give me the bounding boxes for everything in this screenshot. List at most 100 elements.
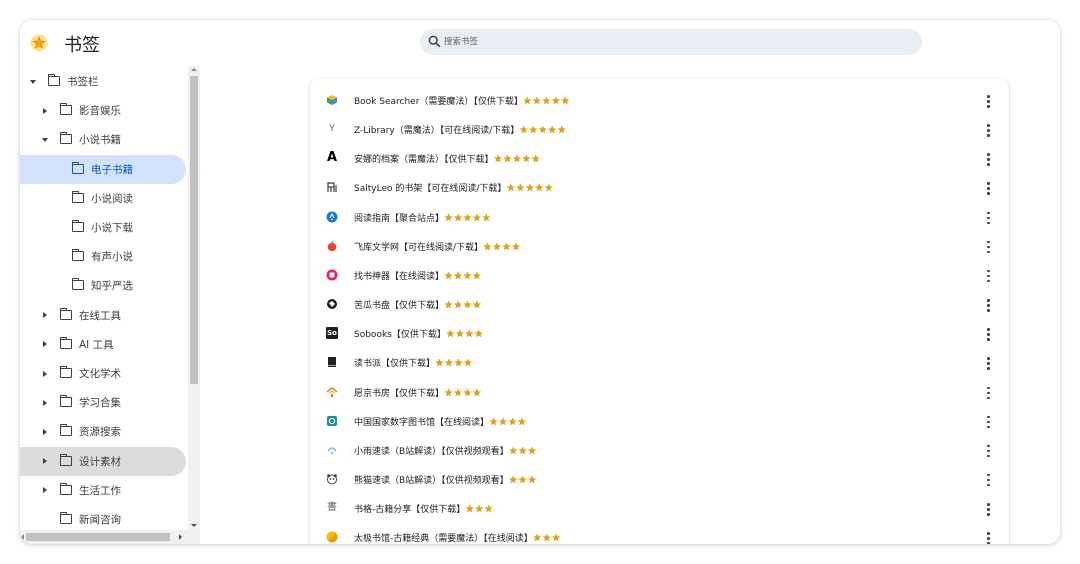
bookmark-row[interactable]: 阅读指南【聚合站点】★★★★★ xyxy=(310,203,1009,232)
more-actions-icon[interactable] xyxy=(981,385,995,401)
bookmark-title[interactable]: Sobooks【仅供下载】★★★★ xyxy=(354,327,484,340)
rating-stars: ★★★★ xyxy=(483,241,521,253)
rating-stars: ★★★ xyxy=(532,533,562,544)
bookmark-title-text: 中国国家数字图书馆【在线阅读】 xyxy=(354,417,490,428)
chevron-right-icon[interactable] xyxy=(43,487,47,494)
more-actions-icon[interactable] xyxy=(981,93,995,109)
bookmark-row[interactable]: 太极书馆-古籍经典（需要魔法）【在线阅读】★★★ xyxy=(310,523,1009,544)
dot xyxy=(987,105,990,108)
bookmark-title[interactable]: 读书派【仅供下载】★★★★ xyxy=(354,356,473,369)
sidebar-folder-item[interactable]: 影音娱乐 xyxy=(20,96,186,125)
sobooks-icon: So xyxy=(326,327,338,340)
scroll-right-arrow-icon[interactable] xyxy=(179,534,182,540)
bookmark-row[interactable]: Book Searcher（需要魔法）【仅供下载】★★★★★ xyxy=(310,86,1009,115)
scroll-left-arrow-icon[interactable] xyxy=(21,534,24,540)
dot xyxy=(987,211,990,215)
chevron-down-icon[interactable] xyxy=(42,138,48,143)
bookmark-title[interactable]: 阅读指南【聚合站点】★★★★★ xyxy=(354,211,491,224)
bookmark-title[interactable]: 熊猫速读（B站解读）【仅供视频观看】★★★ xyxy=(354,473,537,486)
sidebar-horizontal-scrollbar[interactable] xyxy=(20,530,188,544)
dot xyxy=(987,240,990,244)
bookmark-title[interactable]: 中国国家数字图书馆【在线阅读】★★★★ xyxy=(354,415,527,428)
sidebar-folder-item[interactable]: 设计素材 xyxy=(20,446,186,476)
more-actions-icon[interactable] xyxy=(981,414,995,430)
scroll-down-arrow-icon[interactable] xyxy=(191,524,197,527)
scrollbar-thumb[interactable] xyxy=(190,76,198,384)
sidebar-folder-item[interactable]: 在线工具 xyxy=(20,301,186,330)
bookmark-row[interactable]: 書 书格-古籍分享【仅供下载】★★★ xyxy=(310,494,1009,523)
sidebar-folder-item[interactable]: 生活工作 xyxy=(20,476,186,505)
bookmark-title[interactable]: 太极书馆-古籍经典（需要魔法）【在线阅读】★★★ xyxy=(354,531,561,544)
bookmark-title[interactable]: 苦瓜书盘【仅供下载】★★★★ xyxy=(354,298,482,311)
sidebar-folder-item[interactable]: 书签栏 xyxy=(20,67,186,96)
scroll-up-arrow-icon[interactable] xyxy=(191,68,197,71)
bookmark-row[interactable]: Y Z-Library（需魔法）【可在线阅读/下载】★★★★★ xyxy=(310,115,1009,144)
sidebar-folder-item[interactable]: 学习合集 xyxy=(20,388,186,417)
bookmark-row[interactable]: 找书神器【在线阅读】★★★★ xyxy=(310,261,1009,290)
folder-icon xyxy=(59,453,72,466)
sidebar-folder-label: AI 工具 xyxy=(79,338,114,351)
bookmark-title[interactable]: SaltyLeo 的书架【可在线阅读/下载】★★★★★ xyxy=(354,181,554,194)
more-actions-icon[interactable] xyxy=(981,326,995,342)
bookmark-title-text: 苦瓜书盘【仅供下载】 xyxy=(354,301,445,312)
chevron-right-icon[interactable] xyxy=(43,370,47,377)
more-actions-icon[interactable] xyxy=(981,355,995,371)
sidebar-vertical-scrollbar[interactable] xyxy=(188,66,200,544)
bookmark-title[interactable]: 安娜的档案（需魔法）【仅供下载】★★★★★ xyxy=(354,152,541,165)
sidebar-folder-item[interactable]: 小说书籍 xyxy=(20,125,186,154)
bookmark-row[interactable]: So Sobooks【仅供下载】★★★★ xyxy=(310,319,1009,348)
bookmark-row[interactable]: 飞库文学网【可在线阅读/下载】★★★★ xyxy=(310,232,1009,261)
more-actions-icon[interactable] xyxy=(981,239,995,255)
chevron-right-icon[interactable] xyxy=(43,458,47,465)
bookmark-row[interactable]: 熊猫速读（B站解读）【仅供视频观看】★★★ xyxy=(310,465,1009,494)
more-actions-icon[interactable] xyxy=(981,501,995,517)
header: 书签 xyxy=(20,20,1060,66)
bookmark-row[interactable]: 中国国家数字图书馆【在线阅读】★★★★ xyxy=(310,407,1009,436)
bookmark-title[interactable]: Book Searcher（需要魔法）【仅供下载】★★★★★ xyxy=(354,94,570,107)
search-box[interactable] xyxy=(420,29,922,55)
bookmark-title[interactable]: 小雨速读（B站解读）【仅供视频观看】★★★ xyxy=(354,444,537,457)
sidebar-folder-item[interactable]: 资源搜索 xyxy=(20,417,186,446)
more-actions-icon[interactable] xyxy=(981,151,995,167)
chevron-right-icon[interactable] xyxy=(43,341,47,348)
more-actions-icon[interactable] xyxy=(981,268,995,284)
bookmark-title[interactable]: 书格-古籍分享【仅供下载】★★★ xyxy=(354,502,494,515)
bookmark-row[interactable]: 小雨速读（B站解读）【仅供视频观看】★★★ xyxy=(310,436,1009,465)
more-actions-icon[interactable] xyxy=(981,297,995,313)
sidebar-folder-item[interactable]: 小说阅读 xyxy=(20,184,186,213)
folder-icon xyxy=(71,249,84,262)
more-actions-icon[interactable] xyxy=(981,122,995,138)
bookmark-row[interactable]: 苦瓜书盘【仅供下载】★★★★ xyxy=(310,290,1009,319)
dot xyxy=(987,444,990,448)
chevron-right-icon[interactable] xyxy=(43,399,47,406)
scrollbar-thumb[interactable] xyxy=(26,533,170,541)
bookmark-row[interactable]: A 安娜的档案（需魔法）【仅供下载】★★★★★ xyxy=(310,144,1009,173)
sidebar-folder-item[interactable]: AI 工具 xyxy=(20,330,186,359)
sidebar-folder-item[interactable]: 小说下载 xyxy=(20,213,186,242)
bookmark-title[interactable]: Z-Library（需魔法）【可在线阅读/下载】★★★★★ xyxy=(354,123,567,136)
chevron-right-icon[interactable] xyxy=(43,312,47,319)
sidebar-folder-item[interactable]: 有声小说 xyxy=(20,242,186,271)
bookmark-row[interactable]: 愿京书房【仅供下载】★★★★ xyxy=(310,378,1009,407)
more-actions-icon[interactable] xyxy=(981,472,995,488)
chevron-right-icon[interactable] xyxy=(43,428,47,435)
bookmark-title[interactable]: 愿京书房【仅供下载】★★★★ xyxy=(354,386,482,399)
bookmark-title[interactable]: 飞库文学网【可在线阅读/下载】★★★★ xyxy=(354,240,521,253)
bookmark-row[interactable]: SaltyLeo 的书架【可在线阅读/下载】★★★★★ xyxy=(310,173,1009,202)
more-actions-icon[interactable] xyxy=(981,180,995,196)
search-input[interactable] xyxy=(444,29,914,55)
bookmark-title[interactable]: 找书神器【在线阅读】★★★★ xyxy=(354,269,482,282)
chevron-down-icon[interactable] xyxy=(30,80,36,84)
more-actions-icon[interactable] xyxy=(981,443,995,459)
sidebar-folder-item[interactable]: 电子书籍 xyxy=(20,154,186,184)
sidebar-folder-item[interactable]: 文化学术 xyxy=(20,359,186,388)
bookmark-row[interactable]: 读书派【仅供下载】★★★★ xyxy=(310,348,1009,377)
folder-icon xyxy=(59,103,72,116)
chevron-right-icon[interactable] xyxy=(43,107,47,114)
folder-icon xyxy=(59,366,72,378)
more-actions-icon[interactable] xyxy=(981,210,995,226)
dot xyxy=(987,473,990,477)
rating-stars: ★★★ xyxy=(508,445,538,457)
sidebar-folder-item[interactable]: 知乎严选 xyxy=(20,271,186,300)
more-actions-icon[interactable] xyxy=(981,530,995,544)
